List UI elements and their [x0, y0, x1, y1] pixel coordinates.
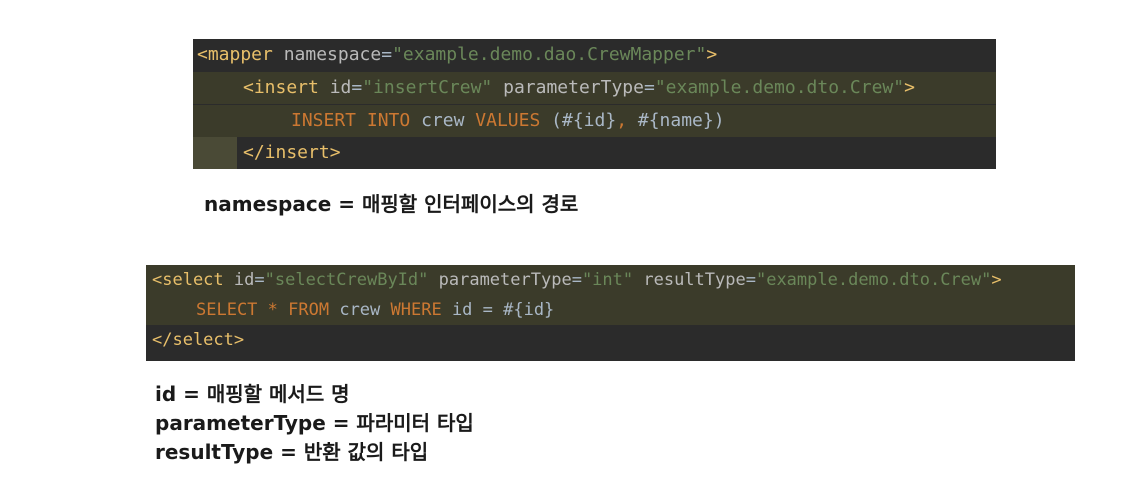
code-line-insert-open: <insert id="insertCrew" parameterType="e…: [193, 72, 996, 104]
caption-parameter-type: parameterType = 파라미터 타입: [155, 411, 474, 435]
code-line-insert-sql: INSERT INTO crew VALUES (#{id}, #{name}): [193, 105, 996, 137]
code-line-insert-close: </insert>: [243, 142, 341, 163]
caption-namespace: namespace = 매핑할 인터페이스의 경로: [204, 192, 579, 216]
code-line-select-sql: SELECT * FROM crew WHERE id = #{id}: [146, 295, 1075, 325]
caption-id: id = 매핑할 메서드 명: [155, 382, 350, 406]
code-line-select-close: </select>: [152, 330, 245, 350]
tag-mapper-open: <mapper: [197, 44, 273, 65]
code-line-select-open: <select id="selectCrewById" parameterTyp…: [146, 265, 1075, 295]
code-block-mapper: <mapper namespace="example.demo.dao.Crew…: [193, 39, 996, 169]
caption-result-type: resultType = 반환 값의 타입: [155, 440, 429, 464]
code-line-mapper: <mapper namespace="example.demo.dao.Crew…: [197, 44, 718, 65]
code-block-select: <select id="selectCrewById" parameterTyp…: [146, 265, 1075, 361]
